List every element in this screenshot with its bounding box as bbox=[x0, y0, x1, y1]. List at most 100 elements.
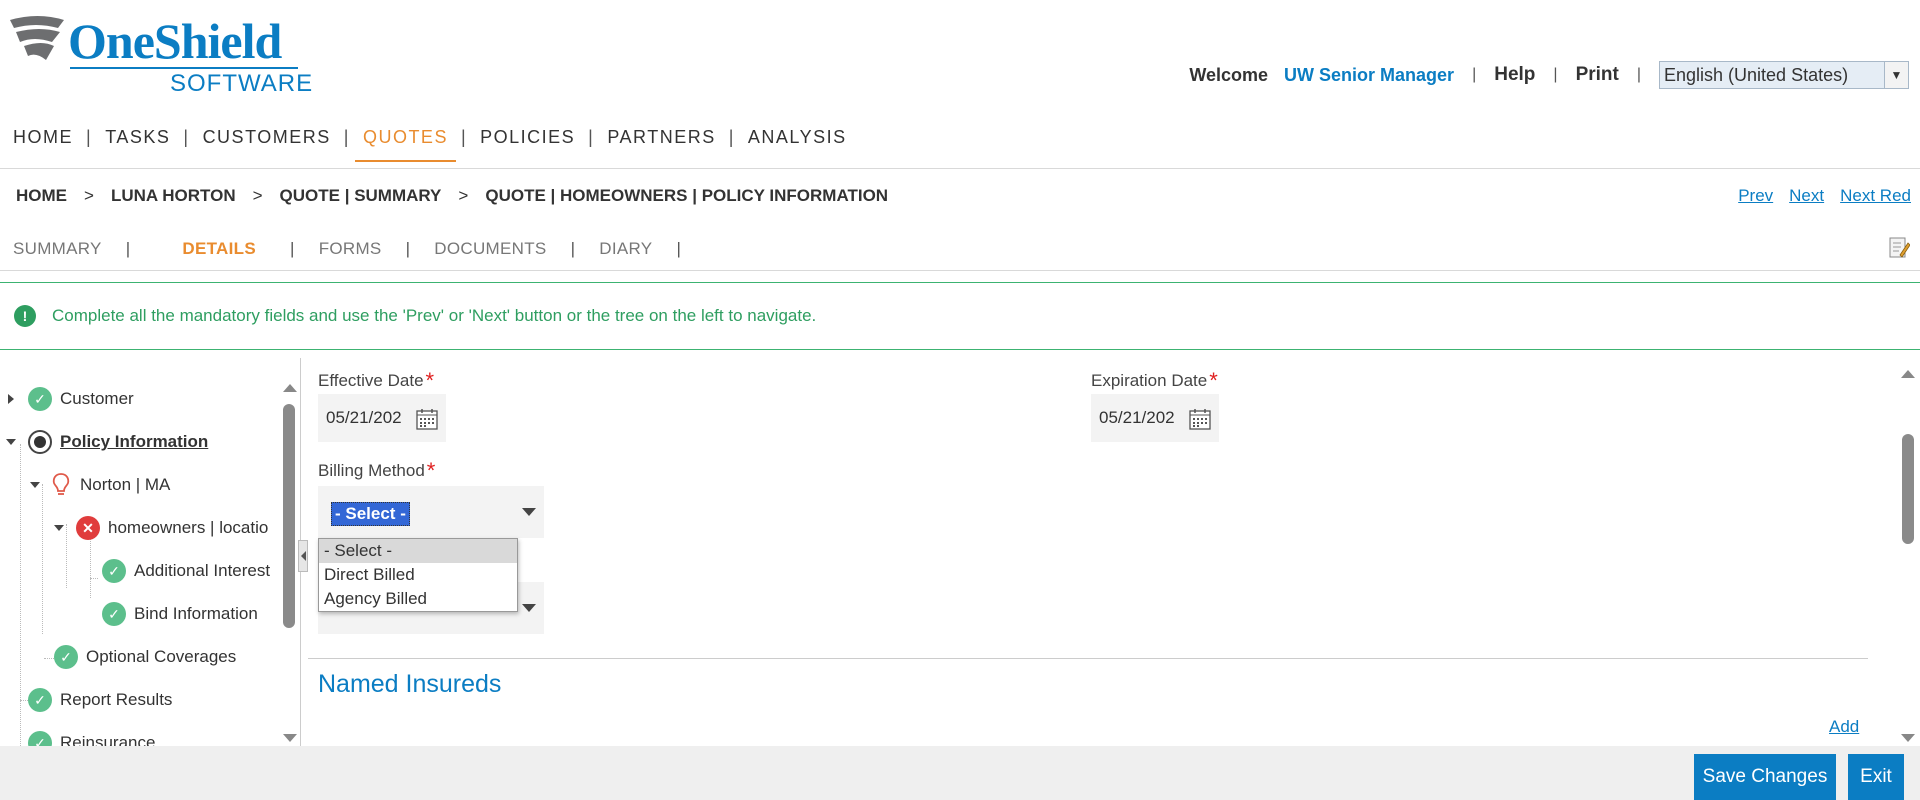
effective-date-value: 05/21/202 bbox=[326, 408, 402, 427]
tab-documents[interactable]: DOCUMENTS bbox=[434, 239, 546, 259]
main-nav: HOME | TASKS | CUSTOMERS | QUOTES | POLICIES… bbox=[0, 124, 860, 166]
nav-partners[interactable]: PARTNERS bbox=[607, 124, 715, 160]
expiration-date-field[interactable]: 05/21/202 bbox=[1091, 394, 1219, 442]
tab-forms[interactable]: FORMS bbox=[319, 239, 382, 259]
info-message: ! Complete all the mandatory fields and … bbox=[0, 282, 1920, 350]
tree-scrollbar[interactable] bbox=[281, 372, 297, 746]
scroll-up-arrow-icon[interactable] bbox=[1901, 370, 1915, 378]
tab-summary[interactable]: SUMMARY bbox=[13, 239, 102, 259]
nav-customers[interactable]: CUSTOMERS bbox=[203, 124, 331, 160]
required-marker: * bbox=[425, 368, 435, 393]
tree-item-customer[interactable]: ✓ Customer bbox=[8, 384, 134, 414]
expand-arrow-icon[interactable] bbox=[8, 394, 14, 404]
expiration-date-value: 05/21/202 bbox=[1099, 408, 1175, 427]
separator: | bbox=[343, 127, 350, 147]
tab-diary[interactable]: DIARY bbox=[599, 239, 652, 259]
collapse-arrow-icon[interactable] bbox=[30, 482, 40, 488]
pager: Prev Next Next Red bbox=[1722, 186, 1911, 206]
oneshield-logo: OneShield SOFTWARE bbox=[8, 12, 312, 98]
footer-bar: Save Changes Exit bbox=[0, 746, 1920, 800]
collapse-arrow-icon[interactable] bbox=[54, 525, 64, 531]
billing-method-select[interactable]: - Select - bbox=[318, 486, 544, 538]
language-select[interactable]: English (United States) ▼ bbox=[1659, 61, 1909, 89]
current-step-icon bbox=[28, 430, 52, 454]
wing-icon bbox=[10, 16, 64, 60]
check-icon: ✓ bbox=[28, 688, 52, 712]
calendar-icon[interactable] bbox=[1189, 408, 1211, 430]
tree-item-homeowners[interactable]: ✕ homeowners | locatio bbox=[54, 513, 268, 543]
scroll-up-arrow-icon[interactable] bbox=[283, 384, 297, 392]
content-scrollbar[interactable] bbox=[1900, 368, 1916, 746]
brand-sub: SOFTWARE bbox=[170, 70, 314, 97]
nav-policies[interactable]: POLICIES bbox=[480, 124, 575, 160]
collapse-panel-button[interactable] bbox=[298, 540, 308, 572]
nav-quotes[interactable]: QUOTES bbox=[354, 124, 456, 162]
effective-date-field[interactable]: 05/21/202 bbox=[318, 394, 446, 442]
chevron-left-icon bbox=[300, 551, 306, 561]
scroll-thumb[interactable] bbox=[1902, 434, 1914, 544]
add-named-insured-link[interactable]: Add bbox=[1829, 717, 1859, 737]
scroll-thumb[interactable] bbox=[283, 404, 295, 628]
language-value: English (United States) bbox=[1664, 64, 1849, 85]
error-icon: ✕ bbox=[76, 516, 100, 540]
divider bbox=[0, 168, 1920, 169]
breadcrumb: HOME > LUNA HORTON > QUOTE | SUMMARY > QUOT… bbox=[16, 186, 888, 206]
exclamation-icon: ! bbox=[14, 305, 36, 327]
separator: | bbox=[125, 239, 131, 258]
welcome-text: Welcome bbox=[1189, 64, 1269, 85]
tree-item-label: Bind Information bbox=[134, 604, 258, 623]
notes-edit-icon[interactable] bbox=[1888, 235, 1910, 259]
tree-item-label: Optional Coverages bbox=[86, 647, 237, 666]
check-icon: ✓ bbox=[28, 731, 52, 746]
breadcrumb-current: QUOTE | HOMEOWNERS | POLICY INFORMATION bbox=[485, 186, 889, 205]
dropdown-option[interactable]: Direct Billed bbox=[319, 563, 517, 587]
scroll-down-arrow-icon[interactable] bbox=[283, 734, 297, 742]
user-name-link[interactable]: UW Senior Manager bbox=[1284, 65, 1454, 86]
check-icon: ✓ bbox=[102, 602, 126, 626]
chevron-down-icon[interactable] bbox=[522, 604, 536, 612]
breadcrumb-quote-summary[interactable]: QUOTE | SUMMARY bbox=[280, 186, 442, 206]
next-link[interactable]: Next bbox=[1789, 186, 1824, 206]
tree-item-additional-interest[interactable]: ✓ Additional Interest bbox=[102, 556, 270, 586]
expiration-date-label: Expiration Date* bbox=[1091, 366, 1218, 393]
tab-details[interactable]: DETAILS bbox=[182, 239, 256, 259]
chevron-down-icon[interactable] bbox=[522, 508, 536, 516]
help-link[interactable]: Help bbox=[1494, 64, 1535, 86]
next-red-link[interactable]: Next Red bbox=[1840, 186, 1911, 206]
dropdown-option[interactable]: Agency Billed bbox=[319, 587, 517, 611]
print-link[interactable]: Print bbox=[1576, 64, 1619, 86]
save-changes-button[interactable]: Save Changes bbox=[1694, 754, 1836, 800]
tree-item-optional-coverages[interactable]: ✓ Optional Coverages bbox=[54, 642, 236, 672]
tree-item-report-results[interactable]: ✓ Report Results bbox=[28, 685, 172, 715]
effective-date-label-text: Effective Date bbox=[318, 371, 424, 390]
navigation-tree: ✓ Customer Policy Information Norton | M… bbox=[0, 372, 300, 746]
tree-item-label: Report Results bbox=[60, 690, 173, 709]
tree-item-policy-information[interactable]: Policy Information bbox=[6, 427, 208, 457]
lightbulb-icon bbox=[52, 473, 70, 495]
calendar-icon[interactable] bbox=[416, 408, 438, 430]
tree-item-bind-information[interactable]: ✓ Bind Information bbox=[102, 599, 258, 629]
brand-underline bbox=[70, 67, 298, 69]
breadcrumb-customer[interactable]: LUNA HORTON bbox=[111, 186, 236, 206]
prev-link[interactable]: Prev bbox=[1738, 186, 1773, 206]
tree-item-location[interactable]: Norton | MA bbox=[30, 470, 170, 500]
tree-guide bbox=[90, 578, 98, 579]
separator: | bbox=[86, 127, 93, 147]
separator: | bbox=[1472, 66, 1477, 83]
scroll-down-arrow-icon[interactable] bbox=[1901, 734, 1915, 742]
collapse-arrow-icon[interactable] bbox=[6, 439, 16, 445]
tree-guide bbox=[42, 484, 43, 634]
tree-item-reinsurance[interactable]: ✓ Reinsurance bbox=[28, 728, 155, 746]
sub-tabs: SUMMARY | DETAILS | FORMS | DOCUMENTS | DIAR… bbox=[13, 239, 705, 259]
exit-button[interactable]: Exit bbox=[1848, 754, 1904, 800]
dropdown-option[interactable]: - Select - bbox=[319, 539, 517, 563]
breadcrumb-separator: > bbox=[252, 186, 263, 205]
nav-home[interactable]: HOME bbox=[13, 124, 73, 160]
separator: | bbox=[460, 127, 468, 147]
nav-tasks[interactable]: TASKS bbox=[105, 124, 170, 160]
nav-analysis[interactable]: ANALYSIS bbox=[748, 124, 847, 160]
chevron-down-icon[interactable]: ▼ bbox=[1884, 62, 1908, 88]
tree-item-label: Policy Information bbox=[60, 432, 209, 451]
separator: | bbox=[570, 239, 576, 258]
breadcrumb-home[interactable]: HOME bbox=[16, 186, 67, 206]
